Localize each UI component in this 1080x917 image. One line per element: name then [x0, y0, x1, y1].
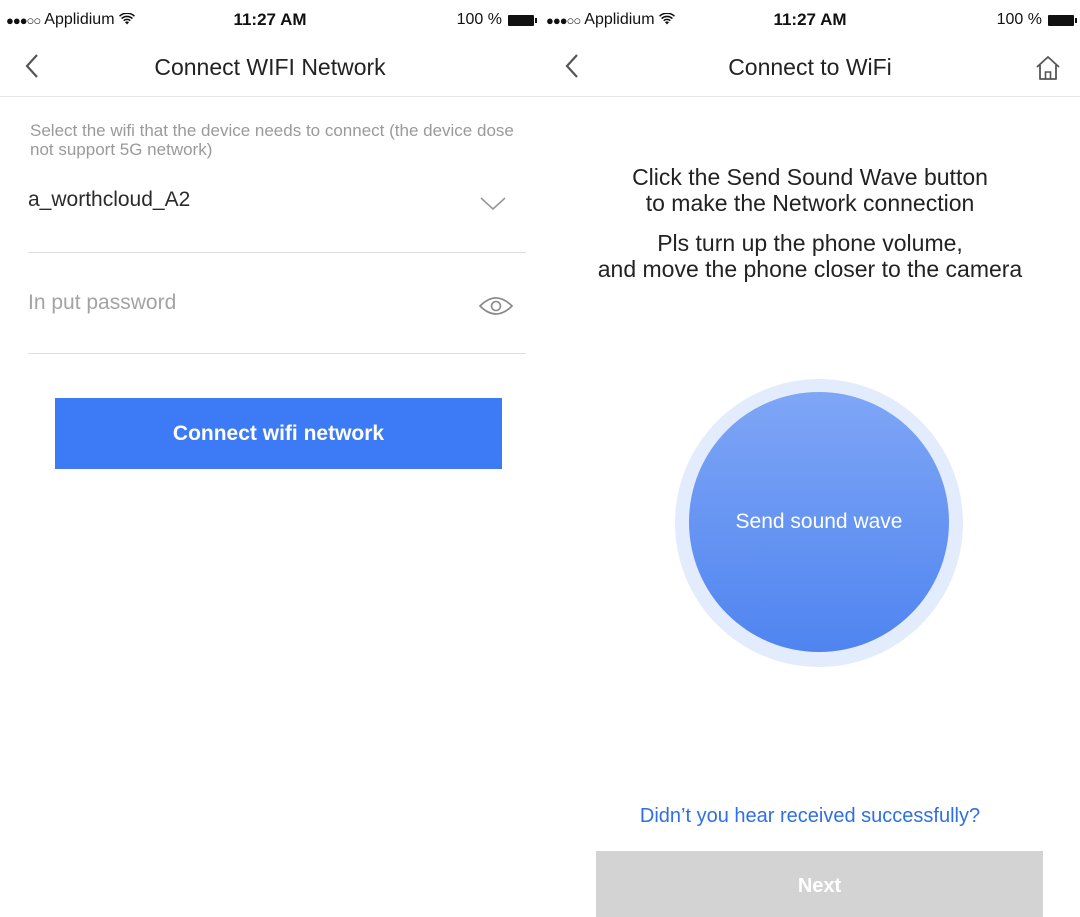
- status-bar: ●●●○○ Applidium 11:27 AM 100 %: [540, 0, 1080, 40]
- connect-to-wifi-screen: ●●●○○ Applidium 11:27 AM 100 % Connect t…: [540, 0, 1080, 917]
- wifi-icon: [658, 11, 675, 29]
- page-title: Connect to WiFi: [728, 54, 892, 80]
- send-sound-wave-button[interactable]: Send sound wave: [689, 392, 949, 652]
- eye-icon[interactable]: [478, 293, 514, 319]
- carrier-name: Applidium: [584, 11, 655, 28]
- ssid-selector[interactable]: a_worthcloud_A2: [28, 186, 526, 253]
- battery-icon: [508, 14, 537, 26]
- signal-strength: ●●●○○: [6, 12, 41, 28]
- battery-percent: 100 %: [996, 11, 1042, 28]
- instruction-text-2: Pls turn up the phone volume, and move t…: [597, 230, 1023, 282]
- wifi-icon: [118, 11, 135, 29]
- clock: 11:27 AM: [233, 10, 307, 29]
- signal-strength: ●●●○○: [546, 12, 581, 28]
- wifi-hint-text: Select the wifi that the device needs to…: [30, 121, 514, 159]
- status-bar: ●●●○○ Applidium 11:27 AM 100 %: [0, 0, 540, 40]
- home-icon[interactable]: [1034, 54, 1062, 82]
- nav-bar: Connect WIFI Network: [0, 40, 540, 97]
- connect-wifi-network-screen: ●●●○○ Applidium 11:27 AM 100 % Connect W…: [0, 0, 540, 917]
- connect-wifi-button[interactable]: Connect wifi network: [55, 398, 502, 469]
- battery-icon: [1048, 14, 1077, 26]
- battery-percent: 100 %: [456, 11, 502, 28]
- carrier-name: Applidium: [44, 11, 115, 28]
- password-input[interactable]: [28, 291, 428, 315]
- chevron-down-icon[interactable]: [480, 190, 506, 216]
- nav-bar: Connect to WiFi: [540, 40, 1080, 97]
- clock: 11:27 AM: [773, 10, 847, 29]
- next-button[interactable]: Next: [596, 851, 1043, 917]
- help-link[interactable]: Didn’t you hear received successfully?: [540, 805, 1080, 828]
- page-title: Connect WIFI Network: [154, 54, 386, 80]
- ssid-value: a_worthcloud_A2: [28, 188, 191, 211]
- instruction-text-1: Click the Send Sound Wave button to make…: [632, 164, 988, 216]
- password-field-row: [28, 253, 526, 354]
